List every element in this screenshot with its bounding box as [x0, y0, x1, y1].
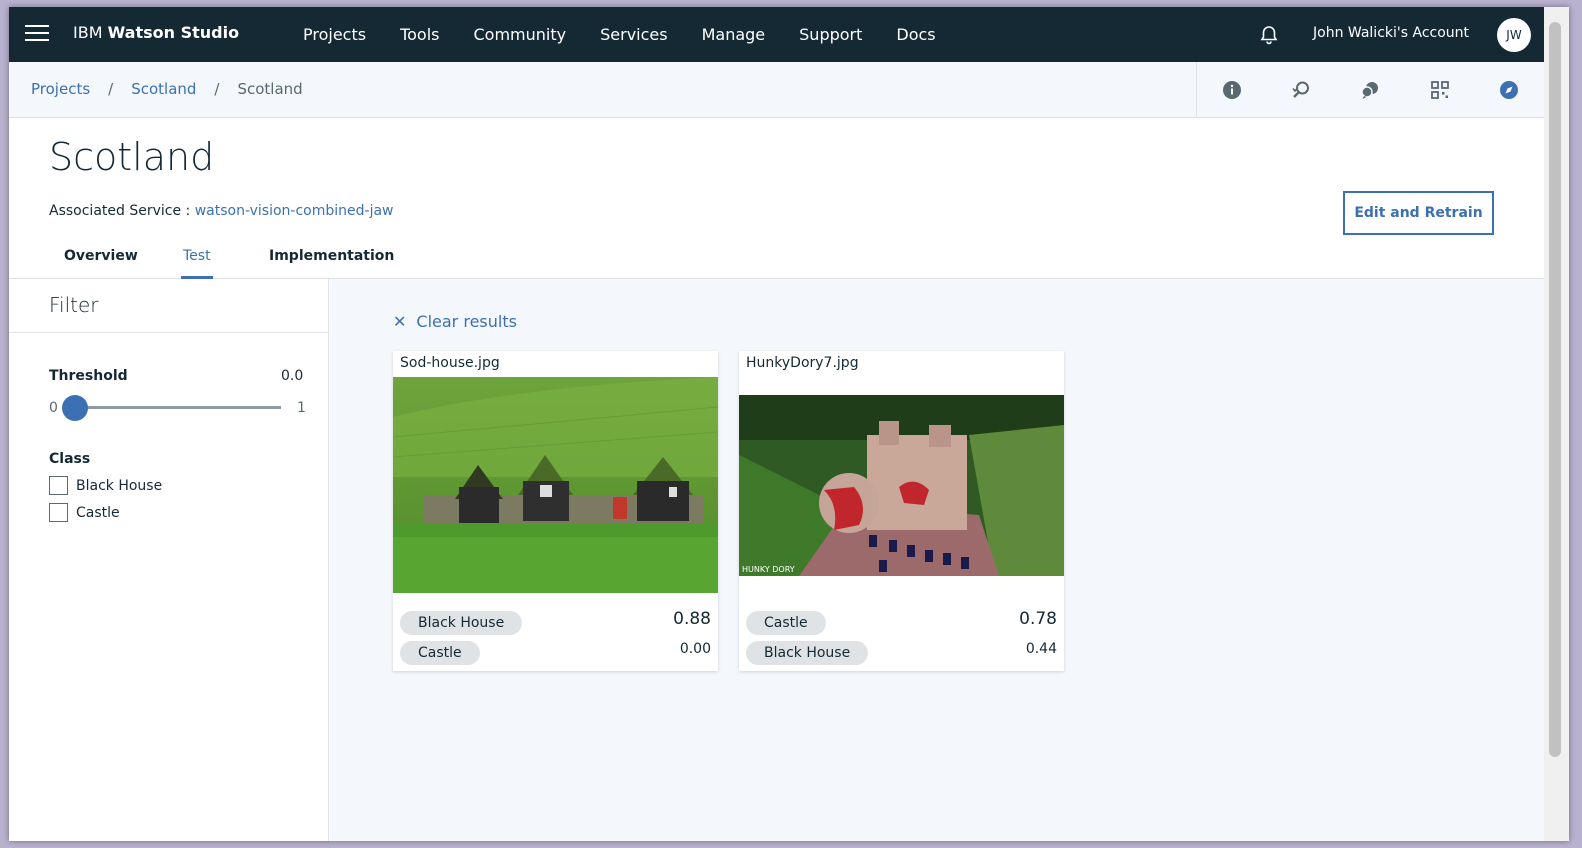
- info-icon[interactable]: [1221, 79, 1243, 101]
- class-option-castle[interactable]: Castle: [49, 503, 120, 522]
- breadcrumb-current: Scotland: [237, 80, 303, 98]
- class-option-black-house[interactable]: Black House: [49, 476, 162, 495]
- browser-window: IBM Watson Studio Projects Tools Communi…: [9, 7, 1569, 841]
- breadcrumb-project[interactable]: Scotland: [131, 80, 196, 98]
- class-score: 0.44: [1025, 641, 1057, 657]
- associated-service-label: Associated Service :: [49, 203, 191, 219]
- breadcrumb-separator: /: [214, 80, 220, 98]
- image-watermark: HUNKY DORY: [742, 565, 795, 574]
- class-tag: Castle: [400, 641, 480, 665]
- class-score: 0.00: [679, 641, 711, 657]
- divider: [9, 332, 329, 333]
- nav-support[interactable]: Support: [799, 7, 862, 62]
- close-icon: ✕: [393, 312, 407, 331]
- tab-overview[interactable]: Overview: [64, 248, 138, 276]
- compass-icon[interactable]: [1498, 79, 1520, 101]
- class-tag: Black House: [400, 611, 523, 635]
- threshold-slider-handle[interactable]: [62, 395, 88, 421]
- checkbox[interactable]: [49, 503, 68, 522]
- notification-bell-icon[interactable]: [1258, 24, 1280, 46]
- associated-service-link[interactable]: watson-vision-combined-jaw: [195, 203, 394, 219]
- brand-logo[interactable]: IBM Watson Studio: [73, 23, 239, 42]
- tab-test[interactable]: Test: [181, 248, 213, 279]
- clear-results-label: Clear results: [416, 312, 517, 331]
- sod-house-image[interactable]: [393, 377, 718, 593]
- threshold-value: 0.0: [281, 368, 304, 384]
- breadcrumb-projects[interactable]: Projects: [31, 80, 90, 98]
- search-history-icon[interactable]: [1290, 79, 1312, 101]
- tab-implementation[interactable]: Implementation: [269, 248, 394, 276]
- top-navigation-bar: IBM Watson Studio Projects Tools Communi…: [9, 7, 1544, 62]
- result-row: Castle 0.78: [746, 609, 1057, 635]
- edit-and-retrain-button[interactable]: Edit and Retrain: [1343, 191, 1494, 235]
- account-menu[interactable]: John Walicki's Account: [1313, 25, 1469, 41]
- project-toolbar: [1196, 62, 1544, 117]
- image-filename: Sod-house.jpg: [400, 355, 500, 371]
- result-row: Castle 0.00: [400, 641, 711, 665]
- threshold-label: Threshold: [49, 368, 128, 384]
- breadcrumb-separator: /: [108, 80, 114, 98]
- vertical-scrollbar[interactable]: [1544, 7, 1569, 841]
- class-tag: Black House: [746, 641, 869, 665]
- filter-title: Filter: [49, 293, 99, 317]
- class-filter-label: Class: [49, 451, 91, 467]
- result-row: Black House 0.44: [746, 641, 1057, 665]
- class-option-label: Castle: [76, 504, 120, 521]
- app-switcher-icon[interactable]: [1429, 79, 1451, 101]
- clear-results-button[interactable]: ✕ Clear results: [393, 312, 517, 331]
- slider-min-label: 0: [49, 400, 58, 416]
- avatar[interactable]: JW: [1497, 18, 1531, 52]
- breadcrumb: Projects / Scotland / Scotland: [31, 80, 303, 98]
- page-title: Scotland: [49, 135, 215, 179]
- class-score: 0.88: [673, 609, 711, 629]
- image-filename: HunkyDory7.jpg: [746, 355, 859, 371]
- associated-service: Associated Service : watson-vision-combi…: [49, 203, 394, 219]
- nav-docs[interactable]: Docs: [896, 7, 935, 62]
- checkbox[interactable]: [49, 476, 68, 495]
- slider-max-label: 1: [297, 400, 306, 416]
- brand-name: Watson Studio: [107, 23, 240, 42]
- breadcrumb-bar: Projects / Scotland / Scotland: [9, 62, 1544, 118]
- result-card: Sod-house.jpg Black House 0.88 Castle 0.…: [393, 351, 718, 671]
- class-tag: Castle: [746, 611, 826, 635]
- nav-projects[interactable]: Projects: [303, 7, 366, 62]
- chat-icon[interactable]: [1359, 79, 1381, 101]
- nav-manage[interactable]: Manage: [702, 7, 766, 62]
- result-card: HunkyDory7.jpg HUNKY DORY Castle 0.78 Bl…: [739, 351, 1064, 671]
- brand-prefix: IBM: [73, 23, 103, 42]
- nav-tools[interactable]: Tools: [400, 7, 439, 62]
- threshold-slider-track[interactable]: [75, 406, 281, 409]
- scrollbar-thumb[interactable]: [1549, 22, 1561, 757]
- test-results-area: ✕ Clear results Sod-house.jpg Black Hous…: [330, 279, 1544, 841]
- hamburger-menu-icon[interactable]: [25, 25, 49, 45]
- class-option-label: Black House: [76, 477, 163, 494]
- hunky-dory-castle-image[interactable]: HUNKY DORY: [739, 395, 1064, 576]
- main-nav: Projects Tools Community Services Manage…: [303, 7, 970, 62]
- filter-panel: Filter Threshold 0.0 0 1 Class Black Hou…: [9, 279, 329, 841]
- result-row: Black House 0.88: [400, 609, 711, 635]
- nav-services[interactable]: Services: [600, 7, 667, 62]
- project-tabs: Overview Test Implementation: [9, 243, 1544, 279]
- class-score: 0.78: [1019, 609, 1057, 629]
- nav-community[interactable]: Community: [474, 7, 567, 62]
